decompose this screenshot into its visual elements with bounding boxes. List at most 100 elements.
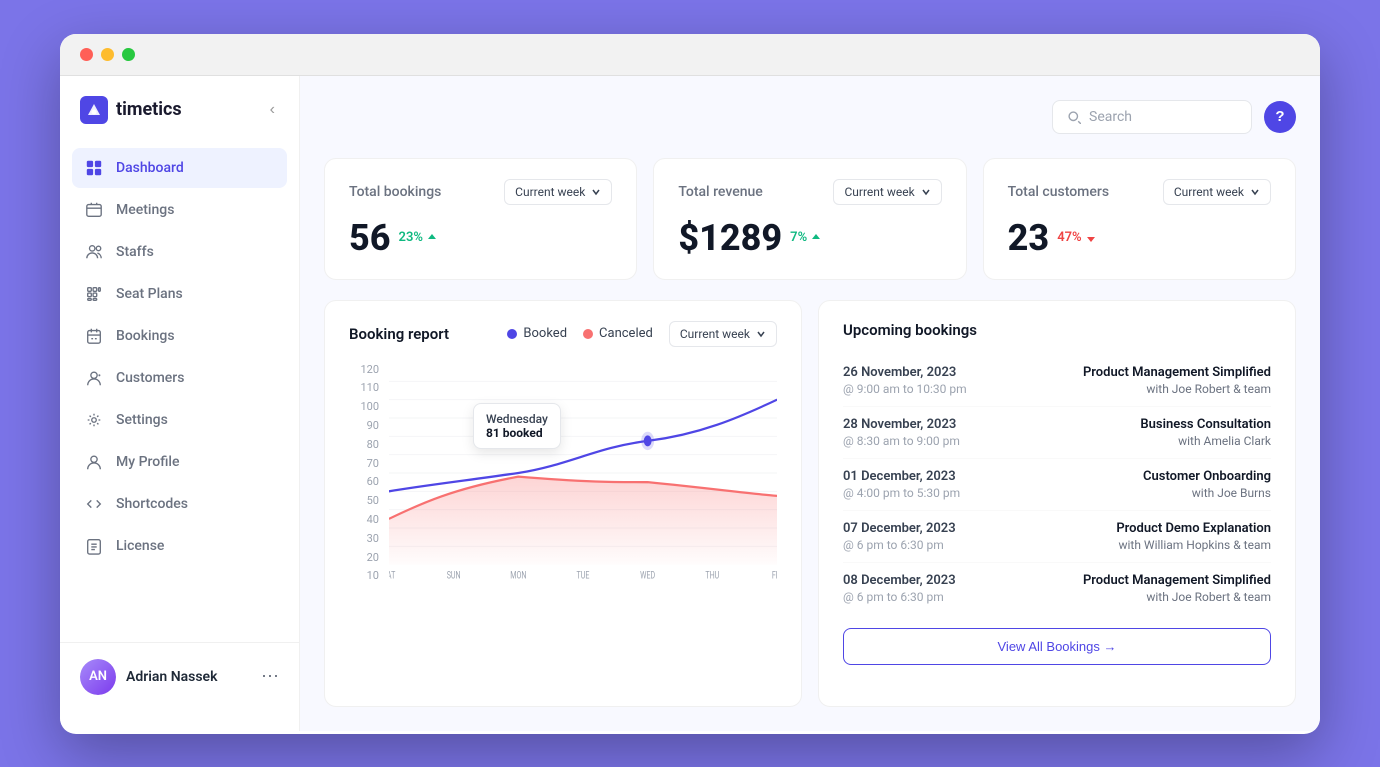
- svg-text:WED: WED: [640, 570, 655, 582]
- booking-event: Product Demo Explanation: [1116, 521, 1271, 536]
- user-name: Adrian Nassek: [126, 669, 217, 685]
- stat-title: Total customers: [1008, 184, 1109, 200]
- sidebar-item-dashboard[interactable]: Dashboard: [72, 148, 287, 188]
- chart-period-selector[interactable]: Current week: [669, 321, 777, 347]
- booking-with: with Amelia Clark: [1140, 434, 1271, 448]
- sidebar-item-seat-plans[interactable]: Seat Plans: [72, 274, 287, 314]
- stat-title: Total bookings: [349, 184, 441, 200]
- arrow-down-icon: [1085, 232, 1097, 244]
- sidebar-item-my-profile[interactable]: My Profile: [72, 442, 287, 482]
- y-label: 30: [349, 532, 379, 545]
- stats-row: Total bookings Current week 56 23%: [324, 158, 1296, 280]
- booking-time: @ 6 pm to 6:30 pm: [843, 590, 956, 604]
- booked-dot: [507, 329, 517, 339]
- sidebar-item-settings[interactable]: Settings: [72, 400, 287, 440]
- sidebar: timetics ‹ Dashboard Meetings: [60, 76, 300, 731]
- stat-value: 56 23%: [349, 217, 612, 259]
- y-label: 90: [349, 419, 379, 432]
- search-box[interactable]: Search: [1052, 100, 1252, 134]
- bookings-icon: [84, 326, 104, 346]
- sidebar-item-license[interactable]: License: [72, 526, 287, 566]
- stat-header: Total revenue Current week: [678, 179, 941, 205]
- sidebar-item-shortcodes[interactable]: Shortcodes: [72, 484, 287, 524]
- tooltip-dot-outer: [641, 431, 654, 449]
- chart-area: SAT SUN MON TUE WED THU FRI 120 110: [349, 363, 777, 623]
- seat-plans-icon: [84, 284, 104, 304]
- sidebar-item-label: License: [116, 538, 164, 554]
- y-label: 50: [349, 494, 379, 507]
- logo-area: timetics ‹: [60, 96, 299, 148]
- help-button[interactable]: ?: [1264, 101, 1296, 133]
- svg-text:MON: MON: [510, 570, 526, 582]
- booking-with: with William Hopkins & team: [1116, 538, 1271, 552]
- sidebar-item-bookings[interactable]: Bookings: [72, 316, 287, 356]
- booked-line: [389, 399, 777, 491]
- booking-date: 07 December, 2023: [843, 521, 956, 536]
- booking-with: with Joe Robert & team: [1083, 382, 1271, 396]
- sidebar-item-label: Shortcodes: [116, 496, 188, 512]
- app-name: timetics: [116, 99, 182, 120]
- staffs-icon: [84, 242, 104, 262]
- svg-text:TUE: TUE: [577, 570, 590, 582]
- booking-event: Product Management Simplified: [1083, 573, 1271, 588]
- minimize-dot[interactable]: [101, 48, 114, 61]
- shortcodes-icon: [84, 494, 104, 514]
- svg-text:SUN: SUN: [447, 570, 461, 582]
- customers-icon: [84, 368, 104, 388]
- user-more-button[interactable]: ⋯: [261, 666, 279, 687]
- period-selector-customers[interactable]: Current week: [1163, 179, 1271, 205]
- y-label: 80: [349, 438, 379, 451]
- dashboard-icon: [84, 158, 104, 178]
- booking-time: @ 8:30 am to 9:00 pm: [843, 434, 960, 448]
- upcoming-card: Upcoming bookings 26 November, 2023 @ 9:…: [818, 300, 1296, 707]
- main-content: Search ? Total bookings Current week: [300, 76, 1320, 731]
- chart-title: Booking report: [349, 325, 449, 343]
- sidebar-item-customers[interactable]: Customers: [72, 358, 287, 398]
- stat-card-bookings: Total bookings Current week 56 23%: [324, 158, 637, 280]
- legend-canceled: Canceled: [583, 326, 653, 341]
- y-label: 20: [349, 551, 379, 564]
- stat-badge: 23%: [399, 230, 438, 245]
- chevron-down-icon: [756, 329, 766, 339]
- close-dot[interactable]: [80, 48, 93, 61]
- settings-icon: [84, 410, 104, 430]
- stat-card-revenue: Total revenue Current week $1289 7%: [653, 158, 966, 280]
- booking-with: with Joe Robert & team: [1083, 590, 1271, 604]
- booking-with: with Joe Burns: [1143, 486, 1271, 500]
- y-label: 110: [349, 381, 379, 394]
- booking-item: 26 November, 2023 @ 9:00 am to 10:30 pm …: [843, 355, 1271, 407]
- booking-date: 01 December, 2023: [843, 469, 960, 484]
- sidebar-item-meetings[interactable]: Meetings: [72, 190, 287, 230]
- canceled-dot: [583, 329, 593, 339]
- period-selector-bookings[interactable]: Current week: [504, 179, 612, 205]
- svg-text:THU: THU: [705, 570, 719, 582]
- chart-header: Booking report Booked Canceled: [349, 321, 777, 347]
- search-icon: [1067, 110, 1081, 124]
- arrow-up-icon: [810, 232, 822, 244]
- view-all-bookings-button[interactable]: View All Bookings →: [843, 628, 1271, 665]
- stat-badge: 47%: [1057, 230, 1096, 245]
- booking-time: @ 4:00 pm to 5:30 pm: [843, 486, 960, 500]
- sidebar-footer: AN Adrian Nassek ⋯: [60, 642, 299, 711]
- collapse-button[interactable]: ‹: [266, 97, 279, 123]
- profile-icon: [84, 452, 104, 472]
- chart-card: Booking report Booked Canceled: [324, 300, 802, 707]
- booking-item: 01 December, 2023 @ 4:00 pm to 5:30 pm C…: [843, 459, 1271, 511]
- sidebar-item-staffs[interactable]: Staffs: [72, 232, 287, 272]
- legend-booked: Booked: [507, 326, 567, 341]
- y-label: 70: [349, 457, 379, 470]
- booking-event: Product Management Simplified: [1083, 365, 1271, 380]
- top-bar: Search ?: [324, 100, 1296, 134]
- stat-value: $1289 7%: [678, 217, 941, 259]
- logo-icon: [80, 96, 108, 124]
- period-selector-revenue[interactable]: Current week: [833, 179, 941, 205]
- sidebar-item-label: Meetings: [116, 202, 174, 218]
- booking-item: 28 November, 2023 @ 8:30 am to 9:00 pm B…: [843, 407, 1271, 459]
- stat-title: Total revenue: [678, 184, 762, 200]
- chart-legend: Booked Canceled: [507, 326, 652, 341]
- maximize-dot[interactable]: [122, 48, 135, 61]
- sidebar-nav: Dashboard Meetings Staffs: [60, 148, 299, 642]
- user-avatar: AN: [80, 659, 116, 695]
- search-placeholder: Search: [1089, 109, 1132, 125]
- chevron-down-icon: [921, 187, 931, 197]
